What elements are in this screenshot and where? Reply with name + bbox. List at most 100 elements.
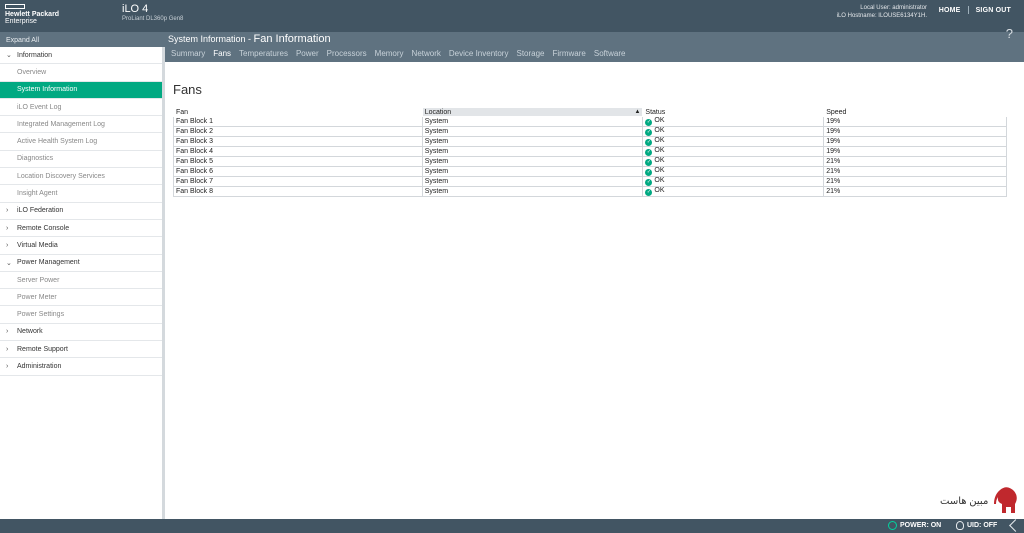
cell-speed-value: 19% <box>826 118 841 125</box>
cell-location-value: System <box>424 148 449 155</box>
cell-speed: 21% <box>823 186 1007 197</box>
sidebar-item-power-settings[interactable]: Power Settings <box>0 306 162 324</box>
sidebar-item-network[interactable]: › Network <box>0 324 162 342</box>
sidebar-item-power-meter[interactable]: Power Meter <box>0 289 162 307</box>
fans-table: Fan ▲ Location Status Speed Fan Block 1 Syste… <box>173 107 1007 197</box>
cell-location-value: System <box>424 138 449 145</box>
tab-fans[interactable]: Fans <box>213 49 231 58</box>
chevron-right-icon: › <box>6 362 9 370</box>
sidebar-item-label: System Information <box>17 86 78 94</box>
sidebar-item-power-management[interactable]: ⌄ Power Management <box>0 255 162 272</box>
sidebar-item-information[interactable]: ⌄ Information <box>0 47 162 65</box>
table-row: Fan Block 5 System ✓ OK 21% <box>173 156 1007 167</box>
page-heading-separator: - <box>245 34 254 44</box>
tab-summary[interactable]: Summary <box>171 49 205 58</box>
sidebar-item-label: Integrated Management Log <box>17 120 105 128</box>
power-status[interactable]: POWER: ON <box>888 521 941 530</box>
cell-fan-value: Fan Block 4 <box>176 148 213 155</box>
tab-network[interactable]: Network <box>412 49 441 58</box>
tab-software[interactable]: Software <box>594 49 626 58</box>
sidebar-item-label: Remote Support <box>17 345 68 353</box>
column-header-status[interactable]: Status <box>642 107 825 117</box>
cell-fan-value: Fan Block 7 <box>176 178 213 185</box>
tab-firmware[interactable]: Firmware <box>553 49 586 58</box>
sidebar-nav: ⌄ Information Overview System Information iL… <box>0 47 165 519</box>
sidebar-item-remote-console[interactable]: › Remote Console <box>0 220 162 238</box>
column-header-location[interactable]: ▲ Location <box>421 107 644 117</box>
sidebar-item-label: Virtual Media <box>17 241 58 249</box>
top-header: Hewlett Packard Enterprise iLO 4 ProLian… <box>0 0 1024 32</box>
cell-location: System <box>421 166 644 177</box>
tab-processors[interactable]: Processors <box>327 49 367 58</box>
cell-speed-value: 19% <box>826 128 841 135</box>
sidebar-item-ilo-event-log[interactable]: iLO Event Log <box>0 99 162 117</box>
sidebar-item-label: Power Meter <box>17 293 57 301</box>
table-row: Fan Block 6 System ✓ OK 21% <box>173 166 1007 177</box>
sidebar-item-label: Insight Agent <box>17 190 58 198</box>
sidebar-item-label: iLO Federation <box>17 207 64 215</box>
uid-status[interactable]: UID: OFF <box>956 521 997 530</box>
tab-memory[interactable]: Memory <box>375 49 404 58</box>
cell-speed: 21% <box>823 176 1007 187</box>
product-model: ProLiant DL360p Gen8 <box>122 16 184 22</box>
sidebar-item-label: Location Discovery Services <box>17 172 105 180</box>
cell-fan: Fan Block 1 <box>173 116 423 127</box>
sidebar-item-label: Administration <box>17 362 62 370</box>
check-circle-icon: ✓ <box>645 139 653 146</box>
elephant-logo-icon <box>994 487 1017 513</box>
table-body: Fan Block 1 System ✓ OK 19% Fan Block 2 System… <box>173 116 1007 197</box>
sidebar-item-remote-support[interactable]: › Remote Support <box>0 341 162 359</box>
sidebar-item-insight-agent[interactable]: Insight Agent <box>0 185 162 203</box>
top-links: HOME SIGN OUT <box>939 6 1011 14</box>
sidebar-item-diagnostics[interactable]: Diagnostics <box>0 151 162 169</box>
hpe-logo[interactable]: Hewlett Packard Enterprise <box>5 4 70 25</box>
column-header-speed[interactable]: Speed <box>823 107 1007 117</box>
content-title: Fans <box>173 82 202 97</box>
table-row: Fan Block 3 System ✓ OK 19% <box>173 136 1007 147</box>
cell-speed: 21% <box>823 166 1007 177</box>
table-row: Fan Block 7 System ✓ OK 21% <box>173 176 1007 187</box>
tab-power[interactable]: Power <box>296 49 319 58</box>
cell-location: System <box>421 156 644 167</box>
sidebar-item-location-discovery-services[interactable]: Location Discovery Services <box>0 168 162 186</box>
cell-status-value: OK <box>654 187 665 194</box>
sidebar-item-server-power[interactable]: Server Power <box>0 272 162 290</box>
sidebar-item-system-information[interactable]: System Information <box>0 81 162 99</box>
resize-icon[interactable] <box>1009 519 1022 532</box>
tab-temperatures[interactable]: Temperatures <box>239 49 288 58</box>
expand-all-link[interactable]: Expand All <box>6 37 39 44</box>
cell-status: ✓ OK <box>642 166 825 177</box>
chevron-right-icon: › <box>6 224 9 232</box>
column-header-label: Fan <box>176 108 189 116</box>
cell-location-value: System <box>424 178 449 185</box>
page-title: Fan Information <box>253 33 331 45</box>
sidebar-item-administration[interactable]: › Administration <box>0 358 162 376</box>
sign-out-link[interactable]: SIGN OUT <box>976 7 1011 14</box>
sidebar-item-virtual-media[interactable]: › Virtual Media <box>0 237 162 255</box>
cell-speed-value: 19% <box>826 148 841 155</box>
page-heading: System Information - Fan Information <box>168 33 331 45</box>
cell-status: ✓ OK <box>642 156 825 167</box>
uid-status-label: UID: OFF <box>967 522 998 529</box>
help-icon[interactable]: ? <box>1006 26 1013 41</box>
sidebar-item-label: Active Health System Log <box>17 138 98 146</box>
cell-status: ✓ OK <box>642 116 825 127</box>
sidebar-item-ilo-federation[interactable]: › iLO Federation <box>0 203 162 220</box>
power-icon <box>888 521 897 530</box>
home-link[interactable]: HOME <box>939 7 961 14</box>
column-header-fan[interactable]: Fan <box>173 107 423 117</box>
tab-device-inventory[interactable]: Device Inventory <box>449 49 509 58</box>
column-header-label: Speed <box>826 108 847 116</box>
sidebar-item-active-health-system-log[interactable]: Active Health System Log <box>0 133 162 151</box>
sidebar-item-overview[interactable]: Overview <box>0 64 162 82</box>
watermark-logo: مبین هاست <box>940 486 1020 516</box>
chevron-right-icon: › <box>6 345 9 353</box>
power-status-label: POWER: ON <box>900 522 942 529</box>
sidebar-item-integrated-management-log[interactable]: Integrated Management Log <box>0 116 162 134</box>
tab-storage[interactable]: Storage <box>516 49 544 58</box>
cell-speed: 21% <box>823 156 1007 167</box>
check-circle-icon: ✓ <box>645 149 653 156</box>
cell-status-value: OK <box>654 177 665 184</box>
column-header-label: Location <box>424 108 452 116</box>
cell-status-value: OK <box>654 127 665 134</box>
